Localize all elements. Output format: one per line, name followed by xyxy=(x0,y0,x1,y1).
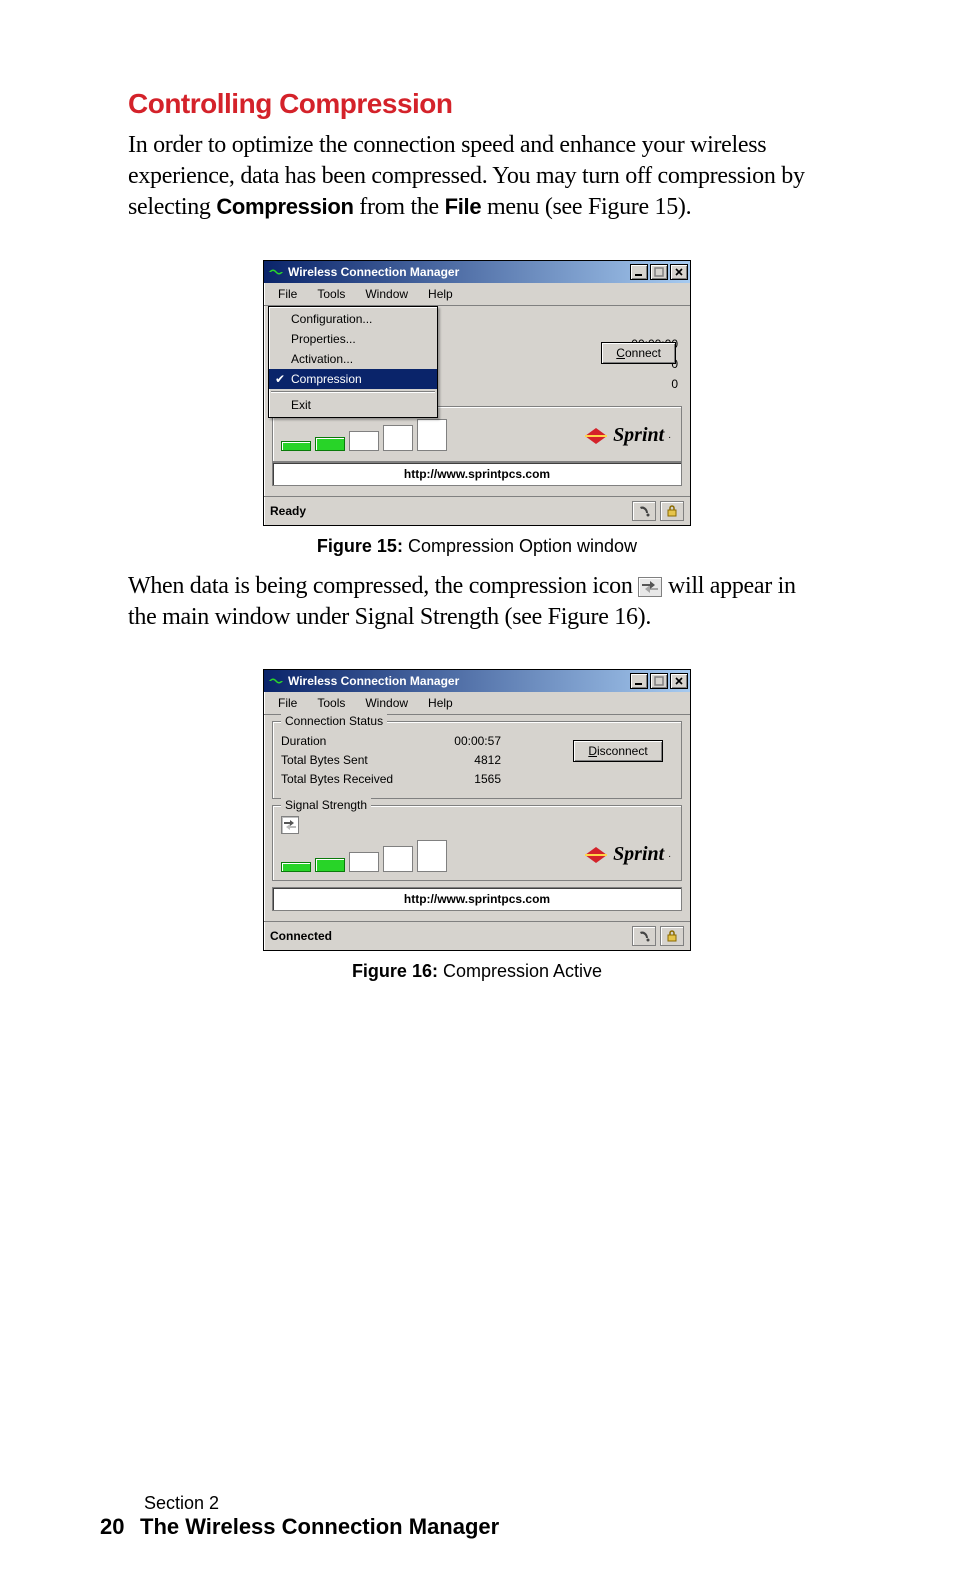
menu-item-configuration[interactable]: Configuration... xyxy=(269,309,437,329)
menu-item-activation[interactable]: Activation... xyxy=(269,349,437,369)
menu-tools[interactable]: Tools xyxy=(307,285,355,303)
section-heading: Controlling Compression xyxy=(128,88,826,120)
signal-bar-2 xyxy=(315,437,345,451)
status-icon-lock[interactable] xyxy=(660,926,684,946)
signal-bar-2 xyxy=(315,858,345,872)
file-menu-dropdown: Configuration... Properties... Activatio… xyxy=(268,306,438,418)
status-icon-1[interactable] xyxy=(632,926,656,946)
signal-bar-4 xyxy=(383,846,413,872)
menubar: File Tools Window Help xyxy=(264,283,690,306)
menu-separator xyxy=(271,391,435,393)
menu-help[interactable]: Help xyxy=(418,285,463,303)
duration-value: 00:00:57 xyxy=(431,732,501,751)
menu-item-compression[interactable]: ✔ Compression xyxy=(269,369,437,389)
paragraph-1: In order to optimize the connection spee… xyxy=(128,130,826,224)
window-title: Wireless Connection Manager xyxy=(288,674,630,688)
signal-bar-5 xyxy=(417,840,447,872)
close-button[interactable] xyxy=(670,264,688,280)
minimize-button[interactable] xyxy=(630,673,648,689)
group-title: Connection Status xyxy=(281,714,387,728)
statusbar: Connected xyxy=(264,921,690,950)
bold-file: File xyxy=(445,194,482,219)
close-button[interactable] xyxy=(670,673,688,689)
connect-button[interactable]: Connect xyxy=(601,342,676,364)
compression-active-icon xyxy=(281,816,299,834)
menu-tools[interactable]: Tools xyxy=(307,694,355,712)
caption-label: Figure 15: xyxy=(317,536,403,556)
menubar: File Tools Window Help xyxy=(264,692,690,715)
bytes-recv-value: 0 xyxy=(631,374,678,394)
brand-name: Sprint xyxy=(613,424,664,447)
caption-text: Compression Option window xyxy=(403,536,637,556)
duration-label: Duration xyxy=(281,732,431,751)
text: menu (see Figure 15). xyxy=(481,194,691,220)
btn-label: onnect xyxy=(625,346,661,360)
bold-compression: Compression xyxy=(216,194,353,219)
titlebar[interactable]: Wireless Connection Manager xyxy=(264,670,690,692)
footer-title: The Wireless Connection Manager xyxy=(140,1514,499,1539)
signal-bar-4 xyxy=(383,425,413,451)
sprint-diamond-icon xyxy=(583,426,609,446)
group-title: Signal Strength xyxy=(281,798,371,812)
signal-bar-3 xyxy=(349,852,379,872)
bytes-sent-value: 4812 xyxy=(431,751,501,770)
minimize-button[interactable] xyxy=(630,264,648,280)
check-icon: ✔ xyxy=(275,372,285,386)
status-icon-lock[interactable] xyxy=(660,501,684,521)
status-text: Ready xyxy=(270,504,306,518)
maximize-button[interactable] xyxy=(650,264,668,280)
menu-item-exit[interactable]: Exit xyxy=(269,395,437,415)
menu-item-label: Compression xyxy=(291,372,362,386)
text: from the xyxy=(354,194,445,220)
brand-logo: Sprint. xyxy=(551,424,671,449)
titlebar[interactable]: Wireless Connection Manager xyxy=(264,261,690,283)
connection-status-group: Connection Status Duration00:00:57 Total… xyxy=(272,721,682,799)
app-icon xyxy=(268,674,284,688)
url-bar[interactable]: http://www.sprintpcs.com xyxy=(272,887,682,911)
footer-section: Section 2 xyxy=(144,1493,499,1514)
caption-label: Figure 16: xyxy=(352,961,438,981)
status-icon-1[interactable] xyxy=(632,501,656,521)
signal-bar-3 xyxy=(349,431,379,451)
signal-bar-1 xyxy=(281,441,311,451)
bytes-recv-label: Total Bytes Received xyxy=(281,770,431,789)
menu-help[interactable]: Help xyxy=(418,694,463,712)
menu-item-properties[interactable]: Properties... xyxy=(269,329,437,349)
url-bar[interactable]: http://www.sprintpcs.com xyxy=(272,462,682,486)
app-window-fig15: Wireless Connection Manager File Tools W… xyxy=(263,260,691,526)
bytes-sent-label: Total Bytes Sent xyxy=(281,751,431,770)
menu-file[interactable]: File xyxy=(268,285,307,303)
page-number: 20 xyxy=(100,1514,140,1540)
window-title: Wireless Connection Manager xyxy=(288,265,630,279)
brand-name: Sprint xyxy=(613,843,664,866)
signal-bar-1 xyxy=(281,862,311,872)
statusbar: Ready xyxy=(264,496,690,525)
menu-file[interactable]: File xyxy=(268,694,307,712)
page-footer: Section 2 20The Wireless Connection Mana… xyxy=(100,1493,499,1540)
caption-text: Compression Active xyxy=(438,961,602,981)
menu-window[interactable]: Window xyxy=(355,285,418,303)
disconnect-button[interactable]: Disconnect xyxy=(573,740,662,762)
maximize-button[interactable] xyxy=(650,673,668,689)
text: When data is being compressed, the compr… xyxy=(128,573,638,599)
app-window-fig16: Wireless Connection Manager File Tools W… xyxy=(263,669,691,951)
bytes-recv-value: 1565 xyxy=(431,770,501,789)
paragraph-2: When data is being compressed, the compr… xyxy=(128,571,826,633)
figure-15-caption: Figure 15: Compression Option window xyxy=(128,536,826,557)
app-icon xyxy=(268,265,284,279)
status-text: Connected xyxy=(270,929,332,943)
signal-bar-5 xyxy=(417,419,447,451)
signal-strength-group: Signal Strength xyxy=(272,805,682,881)
brand-logo: Sprint. xyxy=(551,843,671,868)
compression-icon xyxy=(638,577,662,597)
sprint-diamond-icon xyxy=(583,845,609,865)
menu-window[interactable]: Window xyxy=(355,694,418,712)
figure-16-caption: Figure 16: Compression Active xyxy=(128,961,826,982)
